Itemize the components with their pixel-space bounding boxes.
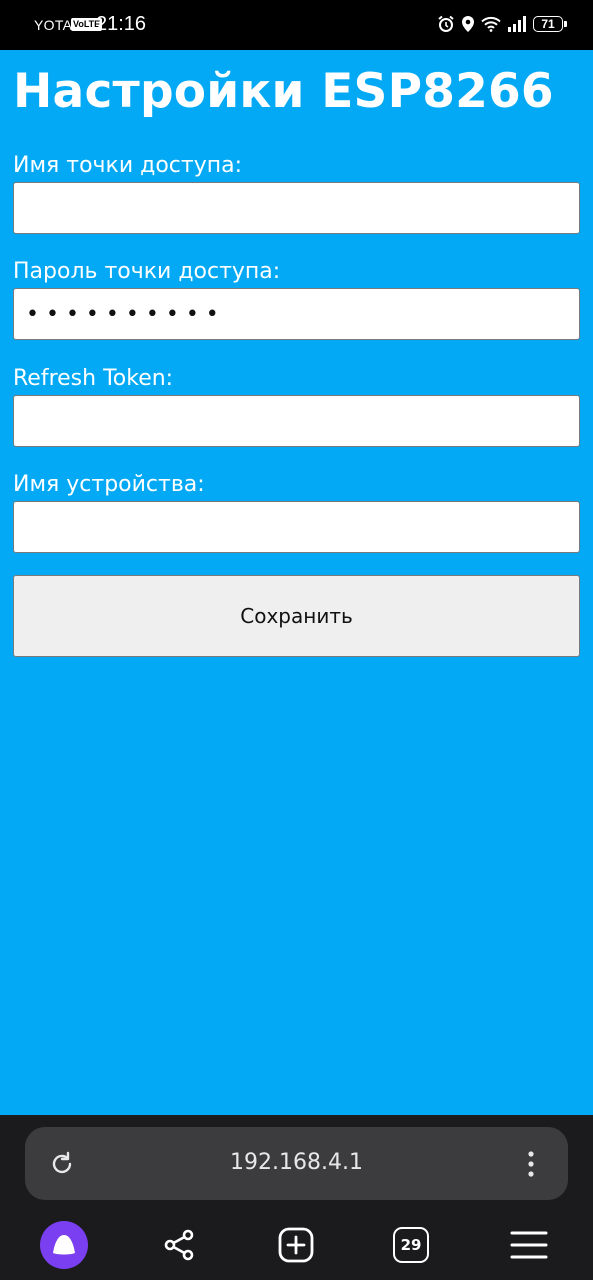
location-icon bbox=[462, 16, 474, 32]
status-clock: 21:16 bbox=[96, 13, 147, 35]
carrier-name: YOTA bbox=[34, 17, 73, 33]
ssid-label: Имя точки доступа: bbox=[13, 153, 243, 178]
token-label: Refresh Token: bbox=[13, 366, 174, 391]
ssid-input[interactable] bbox=[13, 182, 580, 234]
tabs-count: 29 bbox=[400, 1236, 422, 1254]
tabs-icon[interactable]: 29 bbox=[386, 1220, 436, 1270]
address-bar[interactable]: 192.168.4.1 bbox=[25, 1127, 568, 1200]
password-input[interactable] bbox=[13, 288, 580, 340]
browser-bar: 192.168.4.1 29 bbox=[0, 1115, 593, 1280]
status-icons: 71 bbox=[437, 13, 567, 35]
menu-icon[interactable] bbox=[504, 1220, 554, 1270]
refresh-token-input[interactable] bbox=[13, 395, 580, 447]
battery-icon: 71 bbox=[533, 16, 567, 32]
device-name-input[interactable] bbox=[13, 501, 580, 553]
alice-icon[interactable] bbox=[39, 1220, 89, 1270]
signal-icon bbox=[508, 16, 526, 32]
page-title: Настройки ESP8266 bbox=[13, 64, 554, 119]
new-tab-icon[interactable] bbox=[271, 1220, 321, 1270]
alarm-icon bbox=[438, 15, 454, 32]
more-options-icon[interactable] bbox=[516, 1147, 546, 1181]
battery-level: 71 bbox=[541, 17, 555, 31]
save-button[interactable]: Сохранить bbox=[13, 575, 580, 657]
status-bar: YOTA VoLTE 21:16 71 bbox=[0, 0, 593, 50]
wifi-icon bbox=[481, 16, 501, 32]
password-label: Пароль точки доступа: bbox=[13, 259, 281, 284]
url-text: 192.168.4.1 bbox=[230, 1150, 363, 1175]
share-icon[interactable] bbox=[154, 1220, 204, 1270]
device-name-label: Имя устройства: bbox=[13, 472, 205, 497]
